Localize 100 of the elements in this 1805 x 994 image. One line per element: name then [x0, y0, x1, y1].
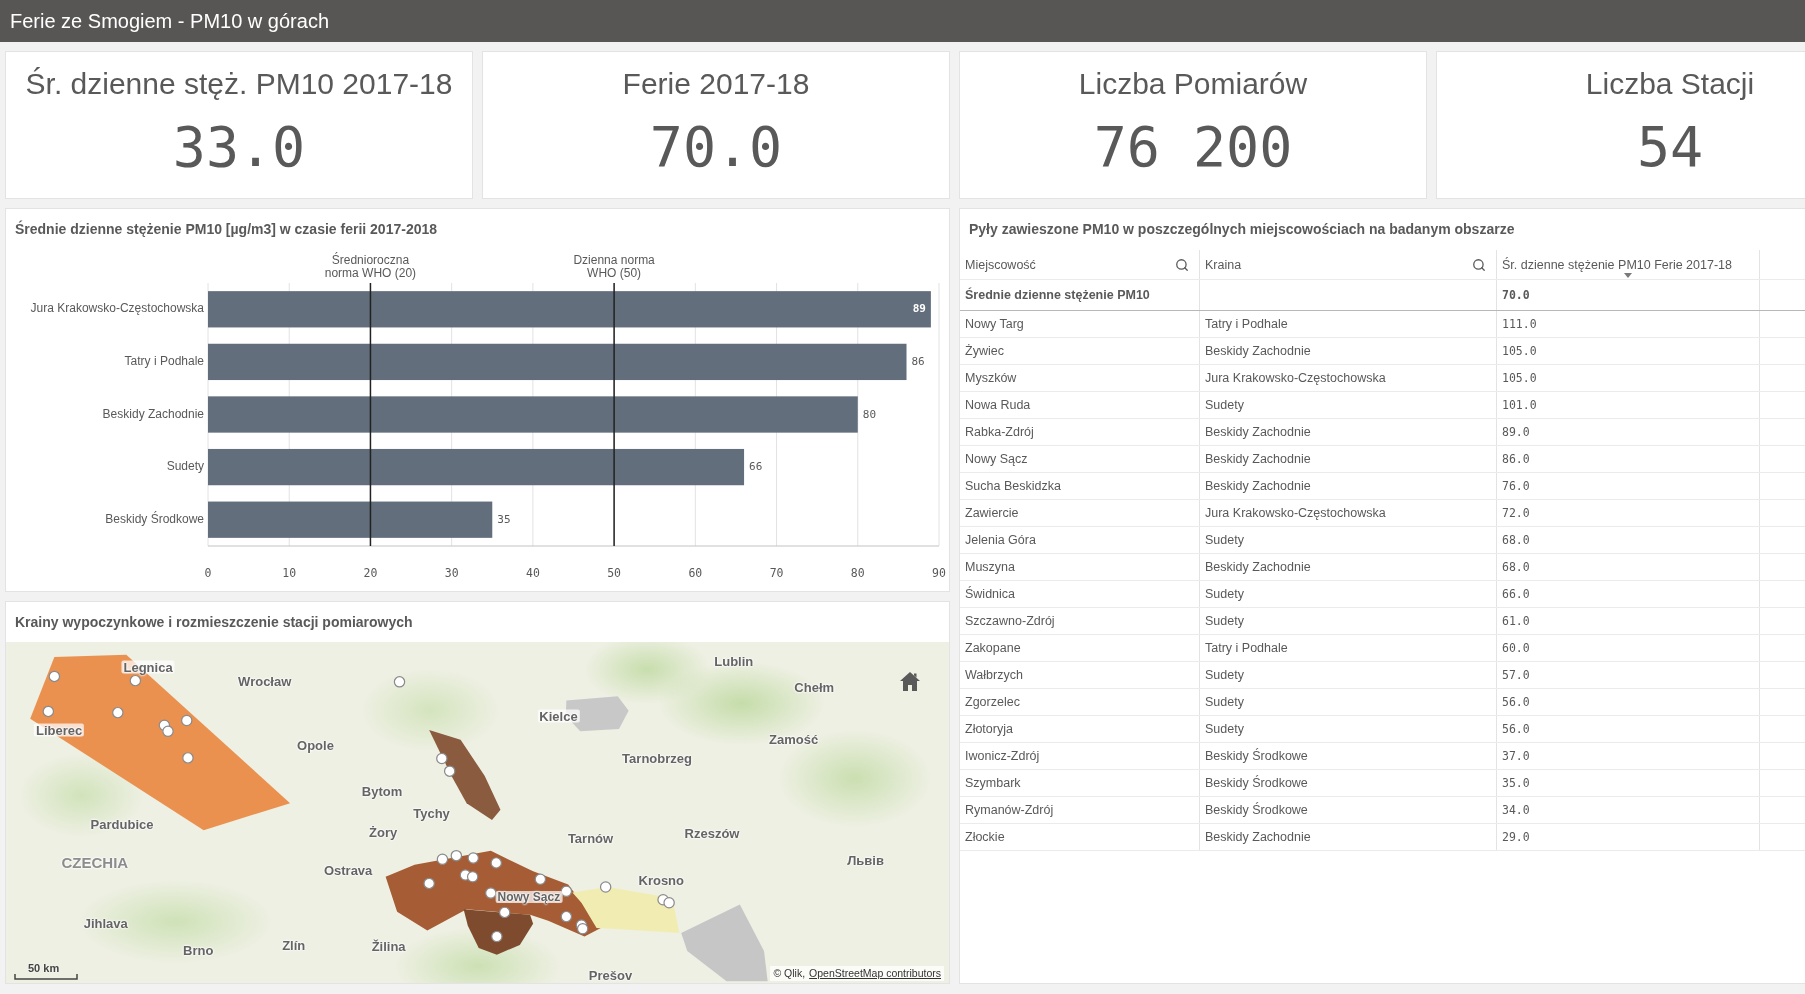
category-label: Beskidy Środkowe: [105, 511, 204, 526]
station-marker[interactable]: [498, 906, 511, 919]
column-header[interactable]: Śr. dzienne stężenie PM10 Ferie 2017-18: [1497, 250, 1760, 279]
table-cell: Wałbrzych: [960, 662, 1200, 688]
bar-value-label: 80: [862, 407, 877, 421]
table-cell: Nowy Sącz: [960, 446, 1200, 472]
place-label: Tarnów: [567, 831, 614, 845]
table-cell: 56.0: [1497, 716, 1760, 742]
table-cell: 29.0: [1497, 824, 1760, 850]
station-marker[interactable]: [534, 873, 547, 885]
table-cell: Zawiercie: [960, 500, 1200, 526]
category-label: Beskidy Zachodnie: [102, 406, 204, 421]
table-cell: Jelenia Góra: [960, 527, 1200, 553]
place-label: Tychy: [413, 806, 450, 820]
table-cell: 101.0: [1497, 392, 1760, 418]
kpi-title: Ferie 2017-18: [622, 66, 810, 102]
table-cell: Nowy Targ: [960, 311, 1200, 337]
place-label: Rzeszów: [684, 826, 740, 840]
place-label: Żory: [369, 825, 398, 839]
station-marker[interactable]: [560, 910, 573, 923]
station-marker[interactable]: [393, 676, 406, 688]
reference-line-label: Średnioroczna norma WHO (20): [323, 254, 418, 280]
station-marker[interactable]: [576, 922, 589, 935]
station-marker[interactable]: [485, 887, 497, 899]
station-marker[interactable]: [443, 765, 456, 777]
kpi-value: 33.0: [172, 114, 306, 181]
station-marker[interactable]: [48, 670, 61, 683]
table-cell: Iwonicz-Zdrój: [960, 743, 1200, 769]
reference-line-label: Dzienna norma WHO (50): [572, 254, 656, 280]
place-label: Opole: [297, 738, 334, 752]
table-cell: 56.0: [1497, 689, 1760, 715]
kpi-title: Liczba Stacji: [1585, 66, 1755, 102]
column-header[interactable]: Kraina: [1200, 250, 1497, 279]
station-marker[interactable]: [466, 871, 479, 883]
scale-label: 50 km: [27, 962, 60, 974]
table-cell: 86.0: [1497, 446, 1760, 472]
table-cell: Jura Krakowsko-Częstochowska: [1200, 365, 1497, 391]
place-label: Wrocław: [238, 674, 292, 688]
station-marker[interactable]: [42, 705, 55, 718]
bar-value-label: 86: [911, 354, 925, 368]
column-header[interactable]: Miejscowość: [960, 250, 1200, 279]
attribution-text: © Qlik,: [773, 967, 806, 980]
station-marker[interactable]: [112, 706, 124, 719]
table-cell: 105.0: [1497, 338, 1760, 364]
station-marker[interactable]: [423, 877, 435, 890]
category-label: Jura Krakowsko-Częstochowska: [30, 301, 204, 316]
place-label: Brno: [183, 943, 214, 957]
station-marker[interactable]: [490, 857, 502, 869]
table-cell: 111.0: [1497, 311, 1760, 337]
station-marker[interactable]: [450, 849, 463, 862]
station-marker[interactable]: [129, 674, 142, 687]
region-area[interactable]: [463, 909, 534, 955]
table-cell: 35.0: [1497, 770, 1760, 796]
attribution-link[interactable]: OpenStreetMap contributors: [809, 967, 941, 980]
search-icon[interactable]: [1175, 257, 1189, 272]
home-icon[interactable]: [900, 672, 920, 691]
place-label: Prešov: [588, 968, 633, 982]
region-area[interactable]: [572, 887, 680, 933]
station-marker[interactable]: [182, 752, 194, 764]
search-icon[interactable]: [1472, 257, 1486, 272]
station-marker[interactable]: [162, 725, 174, 738]
place-label: Zamość: [769, 732, 819, 746]
table-cell: 37.0: [1497, 743, 1760, 769]
station-marker[interactable]: [663, 897, 675, 909]
station-marker[interactable]: [436, 853, 449, 865]
place-label: Tarnobrzeg: [622, 751, 692, 765]
table-cell: Myszków: [960, 365, 1200, 391]
station-marker[interactable]: [181, 714, 193, 727]
table-cell: 34.0: [1497, 797, 1760, 823]
table-cell: 61.0: [1497, 608, 1760, 634]
table-cell: Szczawno-Zdrój: [960, 608, 1200, 634]
station-marker[interactable]: [599, 881, 612, 893]
table-cell: Złockie: [960, 824, 1200, 850]
table-cell: Sudety: [1200, 392, 1497, 418]
axis-tick-label: 0: [204, 565, 212, 580]
axis-tick-label: 50: [607, 565, 622, 580]
table-cell: Beskidy Zachodnie: [1200, 554, 1497, 580]
place-label: Pardubice: [90, 817, 154, 831]
station-marker[interactable]: [436, 752, 448, 765]
table-cell: Muszyna: [960, 554, 1200, 580]
app-title: Ferie ze Smogiem - PM10 w górach: [10, 9, 329, 33]
place-label: Legnica: [121, 660, 175, 674]
station-marker[interactable]: [560, 885, 573, 897]
table-cell: Sudety: [1200, 581, 1497, 607]
station-marker[interactable]: [467, 852, 479, 864]
place-label: Krosno: [638, 873, 684, 887]
kpi-value: 70.0: [649, 114, 783, 181]
panel-title: Pyły zawieszone PM10 w poszczególnych miejscowościach na badanym obszarze: [968, 220, 1516, 238]
table-cell: Zakopane: [960, 635, 1200, 661]
station-marker[interactable]: [491, 930, 503, 943]
scale-bar-icon: [14, 974, 78, 980]
panel-title: Średnie dzienne stężenie PM10 [µg/m3] w czasie ferii 2017-2018: [14, 219, 439, 238]
kpi-title: Liczba Pomiarów: [1078, 66, 1308, 102]
table-cell: 57.0: [1497, 662, 1760, 688]
table-cell: 105.0: [1497, 365, 1760, 391]
category-label: Sudety: [166, 459, 204, 474]
bar-value-label: 35: [497, 512, 511, 526]
category-label: Tatry i Podhale: [124, 354, 204, 369]
place-label: CZECHIA: [61, 854, 129, 870]
table-cell: Tatry i Podhale: [1200, 635, 1497, 661]
